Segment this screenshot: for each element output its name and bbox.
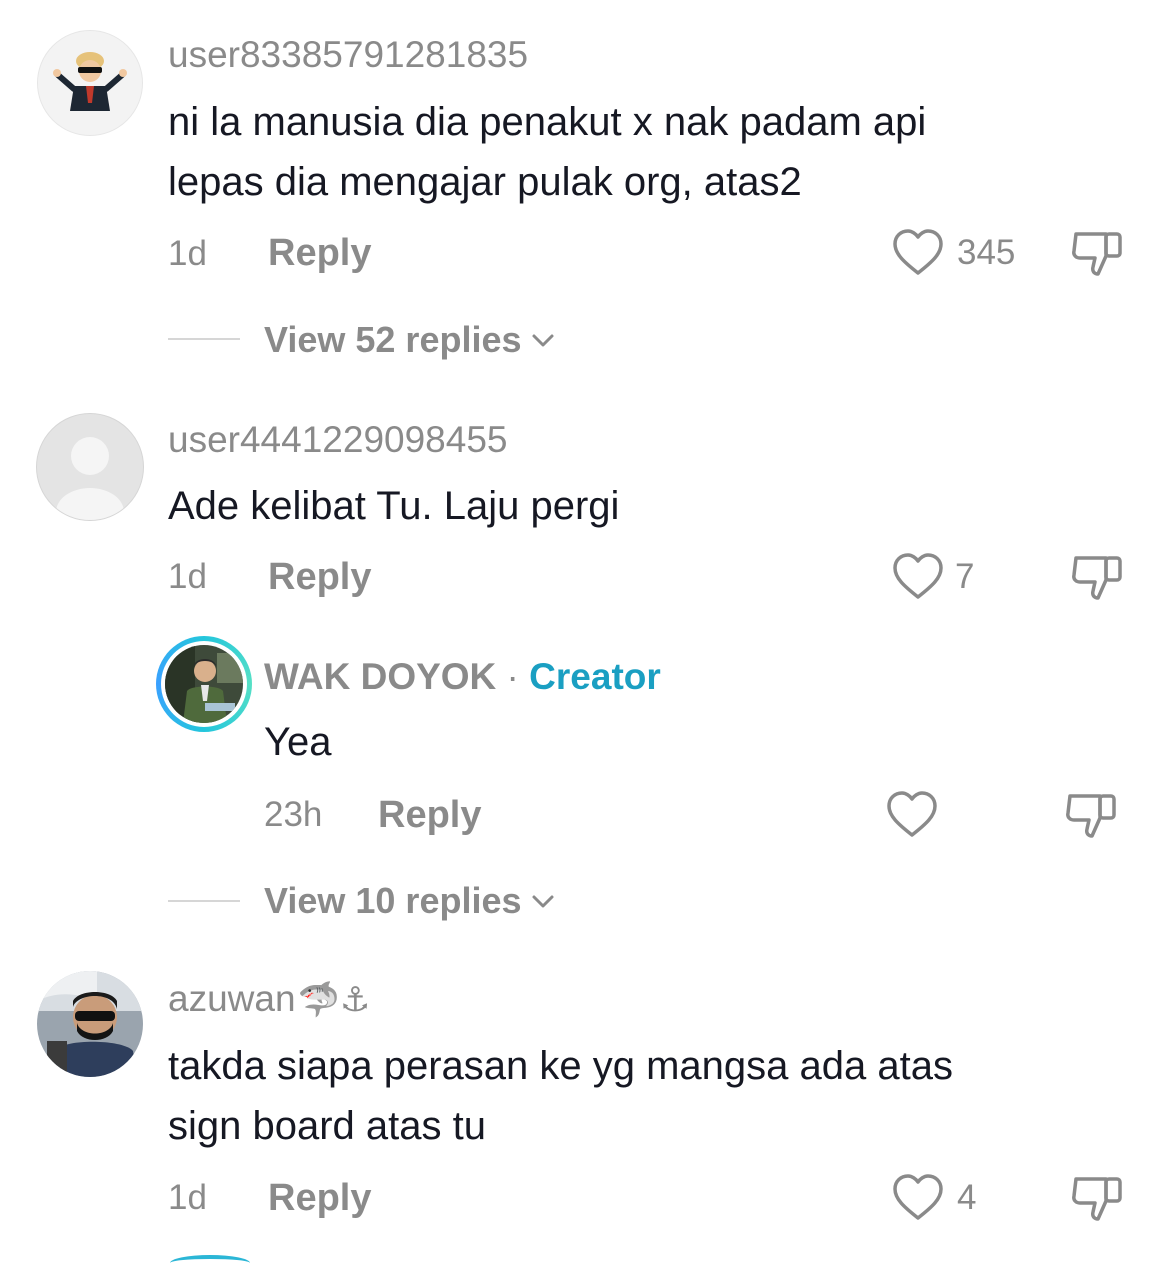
dislike-button[interactable] (1070, 552, 1126, 602)
timestamp: 1d (168, 1178, 207, 1217)
creator-username[interactable]: WAK DOYOK (264, 656, 496, 697)
creator-badge: Creator (529, 656, 661, 697)
default-user-icon (56, 437, 124, 520)
reply-button[interactable]: Reply (268, 1179, 371, 1217)
view-replies-label: View 52 replies (264, 319, 522, 360)
creator-photo-icon (165, 645, 243, 723)
timestamp: 1d (168, 234, 207, 273)
divider (168, 338, 240, 340)
timestamp: 23h (264, 795, 323, 834)
like-count: 345 (957, 233, 1016, 272)
heart-icon (893, 553, 943, 599)
heart-icon (893, 229, 943, 275)
reply-button[interactable]: Reply (268, 558, 371, 596)
comment-text: ni la manusia dia penakut x nak padam ap… (168, 92, 926, 212)
username[interactable]: azuwan (168, 978, 296, 1019)
like-button[interactable] (892, 1173, 944, 1223)
heart-icon (893, 1174, 943, 1220)
comment-text-line: Ade kelibat Tu. Laju pergi (168, 484, 620, 528)
dislike-button[interactable] (1070, 1173, 1126, 1223)
username[interactable]: user4441229098455 (168, 421, 508, 458)
view-replies-button[interactable]: View 52 replies (264, 320, 556, 360)
like-count: 7 (955, 557, 975, 596)
user-photo-icon (37, 971, 143, 1077)
comment-text: Ade kelibat Tu. Laju pergi (168, 476, 619, 536)
like-button[interactable] (892, 552, 944, 602)
divider (168, 900, 240, 902)
comment-text-line: sign board atas tu (168, 1104, 486, 1148)
comment-text-line: ni la manusia dia penakut x nak padam ap… (168, 100, 927, 144)
timestamp: 1d (168, 557, 207, 596)
comment-text-line: lepas dia mengajar pulak org, atas2 (168, 160, 802, 204)
avatar[interactable] (37, 971, 143, 1077)
view-replies-button[interactable]: View 10 replies (264, 881, 556, 921)
username-emoji: 🦈⚓ (297, 981, 371, 1019)
thumbs-down-icon (1072, 232, 1122, 276)
creator-avatar[interactable] (156, 636, 252, 732)
thumbs-down-icon (1072, 1177, 1122, 1221)
comment-text-line: takda siapa perasan ke yg mangsa ada ata… (168, 1044, 953, 1088)
reply-text: Yea (264, 720, 332, 764)
like-button[interactable] (886, 790, 938, 840)
comment-text: takda siapa perasan ke yg mangsa ada ata… (168, 1036, 953, 1156)
thumbs-down-icon (1072, 556, 1122, 600)
username-row: azuwan🦈⚓ (168, 980, 370, 1017)
wolf-of-wallstreet-avatar-icon (38, 31, 142, 135)
creator-username-row: WAK DOYOK · Creator (264, 658, 661, 695)
avatar[interactable] (36, 413, 144, 521)
dislike-button[interactable] (1064, 790, 1120, 840)
chevron-down-icon (532, 334, 554, 347)
username[interactable]: user83385791281835 (168, 36, 528, 73)
reply-button[interactable]: Reply (268, 234, 371, 272)
reply-button[interactable]: Reply (378, 796, 481, 834)
dislike-button[interactable] (1070, 228, 1126, 278)
like-count: 4 (957, 1178, 977, 1217)
like-button[interactable] (892, 228, 944, 278)
view-replies-label: View 10 replies (264, 880, 522, 921)
next-comment-avatar-edge (170, 1255, 250, 1271)
chevron-down-icon (532, 895, 554, 908)
separator: · (496, 656, 530, 697)
avatar[interactable] (37, 30, 143, 136)
heart-icon (887, 791, 937, 837)
thumbs-down-icon (1066, 794, 1116, 838)
